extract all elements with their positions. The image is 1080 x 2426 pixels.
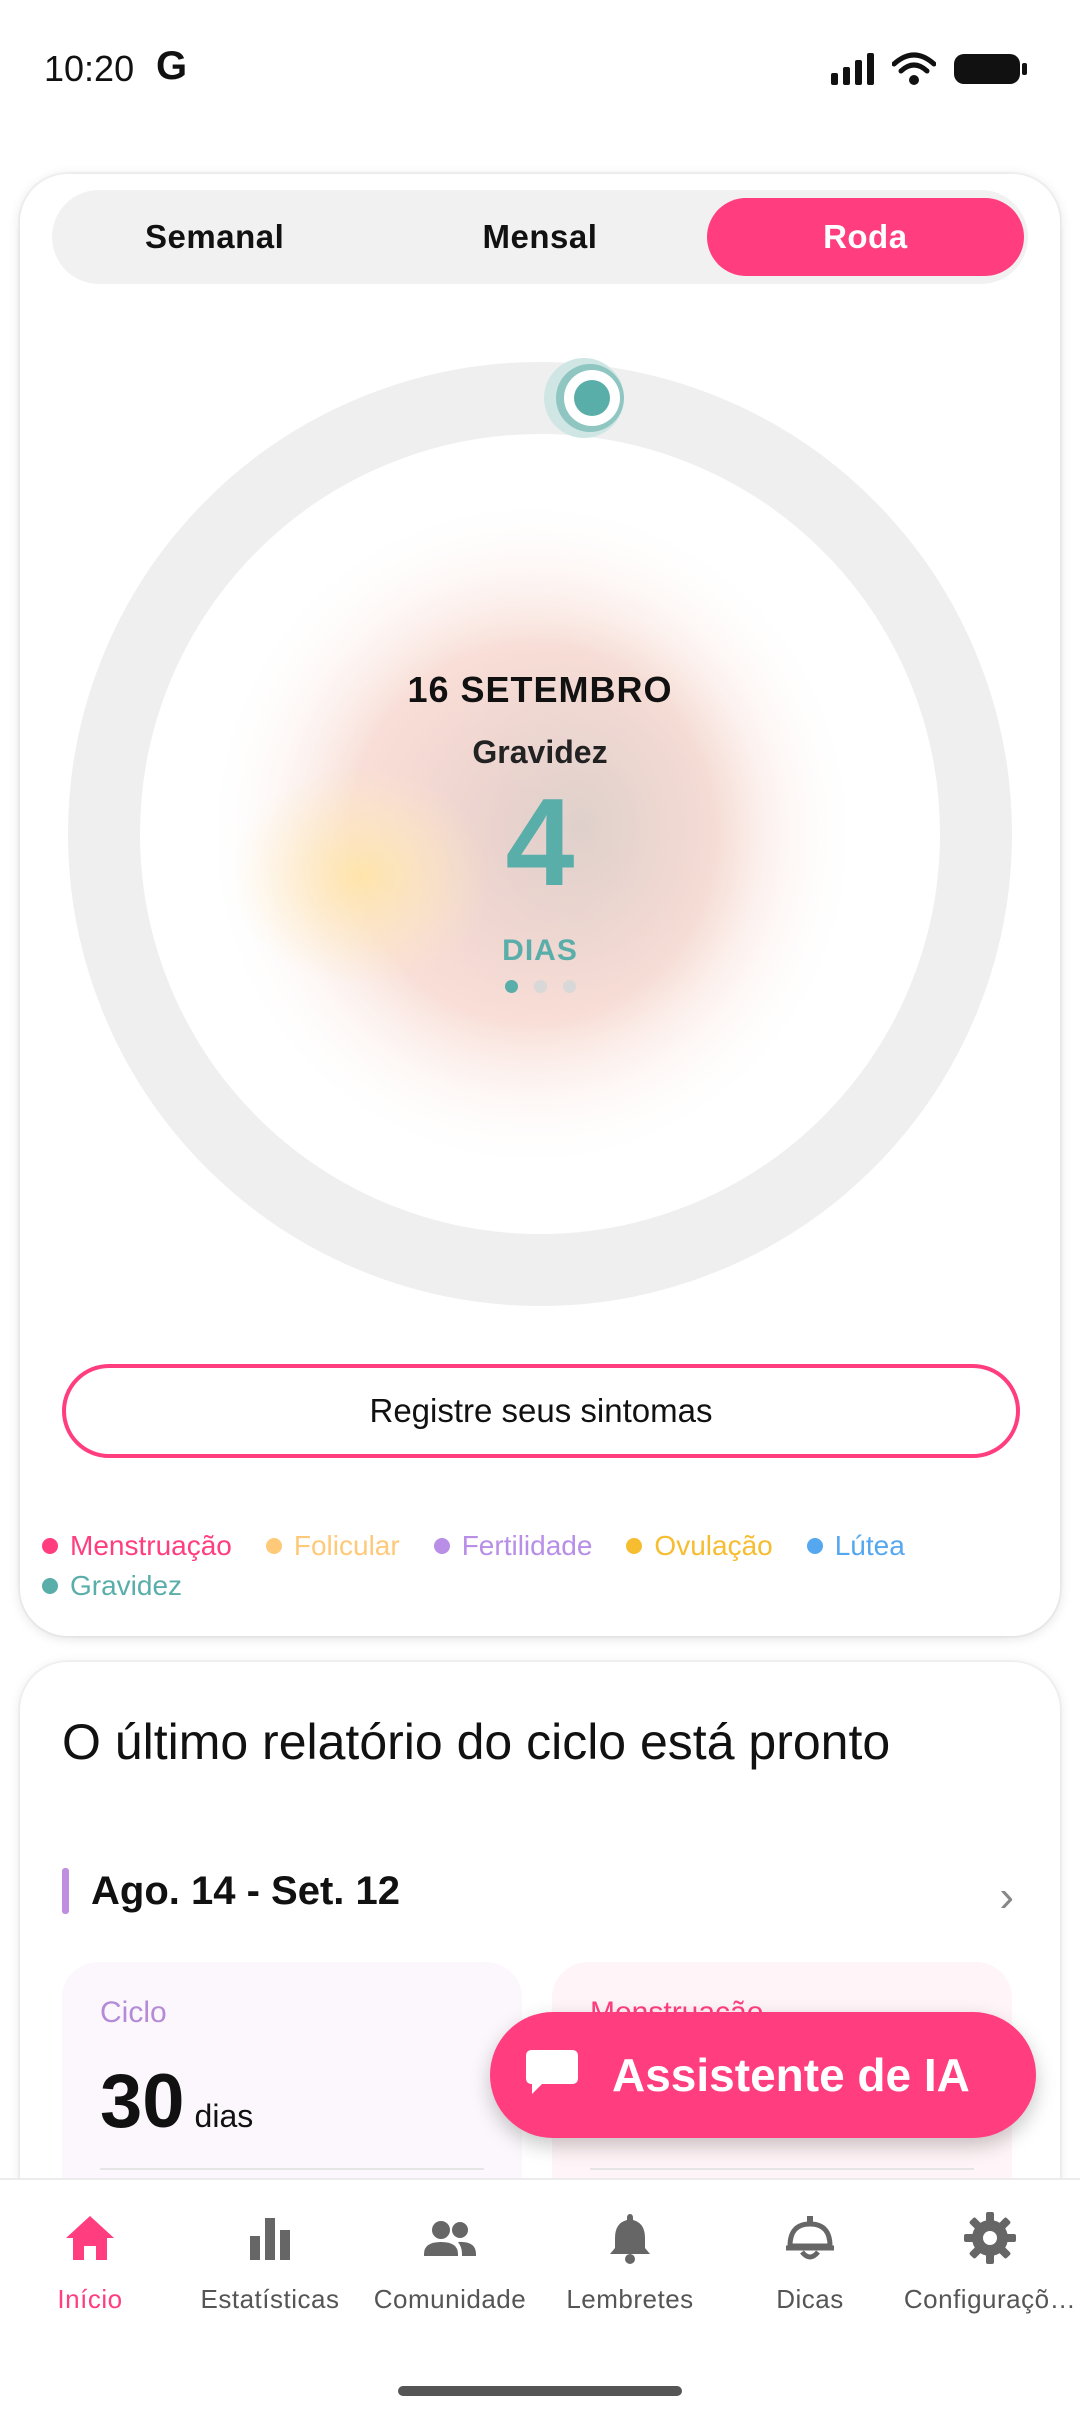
report-date-range: Ago. 14 - Set. 12 [62,1868,400,1914]
divider [100,2168,484,2170]
signal-icon [831,53,874,85]
legend-dot [265,1538,282,1554]
ai-assistant-button[interactable]: Assistente de IA [490,2012,1036,2138]
phase-legend: Menstruação Folicular Fertilidade Ovulaç… [42,1526,1042,1606]
legend-folicular: Folicular [265,1530,400,1562]
nav-label: Dicas [776,2284,844,2314]
page-dot [504,980,518,993]
days-count: 4 [505,774,575,912]
battery-icon [954,54,1027,84]
legend-menstruacao: Menstruação [42,1530,232,1562]
legend-label: Fertilidade [461,1530,593,1561]
nav-dicas[interactable]: Dicas [720,2210,900,2330]
tab-roda[interactable]: Roda [706,198,1024,276]
nav-inicio[interactable]: Início [0,2210,180,2330]
legend-dot [806,1538,823,1554]
home-icon [66,2216,114,2260]
legend-dot [433,1538,450,1554]
chevron-right-icon[interactable]: › [999,1872,1014,1922]
nav-configuracoes[interactable]: Configuraçõ… [900,2210,1080,2330]
tips-icon [786,2216,834,2260]
phase-label: Gravidez [472,734,608,770]
legend-gravidez: Gravidez [42,1570,182,1602]
days-unit: DIAS [502,934,578,967]
selected-date: 16 SETEMBRO [407,669,673,710]
divider [590,2168,974,2170]
nav-estatisticas[interactable]: Estatísticas [180,2210,360,2330]
status-time: 10:20 [44,48,135,89]
page-indicator [62,980,1018,993]
legend-label: Folicular [293,1530,400,1561]
stat-value: 30 dias [100,2059,254,2144]
nav-label: Estatísticas [200,2284,340,2314]
report-title: O último relatório do ciclo está pronto [62,1714,891,1770]
tab-mensal[interactable]: Mensal [381,198,698,276]
legend-dot [42,1538,58,1554]
people-icon [424,2221,476,2256]
nav-lembretes[interactable]: Lembretes [540,2210,720,2330]
wifi-icon [892,52,936,85]
legend-ovulacao: Ovulação [626,1530,773,1562]
cycle-wheel[interactable]: 16 SETEMBRO Gravidez 4 DIAS [62,356,1018,1312]
nav-comunidade[interactable]: Comunidade [360,2210,540,2330]
nav-label: Comunidade [373,2284,527,2314]
legend-label: Ovulação [654,1530,773,1561]
cycle-wheel-card: Semanal Mensal Roda 16 SETEMBRO Gravidez… [20,174,1060,1636]
status-bar: 10:20 G [0,0,1080,140]
tab-semanal[interactable]: Semanal [56,198,373,276]
google-icon: G [156,44,188,88]
nav-label: Lembretes [566,2284,694,2314]
legend-label: Lútea [834,1530,905,1561]
status-icons [831,52,1027,86]
legend-label: Gravidez [70,1570,183,1601]
gear-icon [964,2212,1016,2264]
view-segmented-control: Semanal Mensal Roda [52,190,1028,284]
legend-label: Menstruação [70,1530,232,1561]
nav-label: Início [57,2284,123,2314]
range-text: Ago. 14 - Set. 12 [91,1868,400,1913]
legend-dot [626,1538,643,1554]
page-dot [562,980,576,993]
wheel-center-info: 16 SETEMBRO Gravidez 4 DIAS [62,356,1018,1312]
bell-icon [610,2214,650,2264]
stat-label: Ciclo [100,1996,167,2029]
legend-lutea: Lútea [806,1530,905,1562]
legend-dot [42,1578,58,1594]
nav-label: Configuraçõ… [903,2284,1077,2314]
legend-fertilidade: Fertilidade [433,1530,593,1562]
home-indicator [398,2386,682,2396]
range-accent-bar [62,1868,69,1914]
log-symptoms-button[interactable]: Registre seus sintomas [62,1364,1020,1458]
ai-assistant-label: Assistente de IA [612,2049,970,2101]
page-dot [533,980,547,993]
bar-chart-icon [250,2218,290,2260]
stat-unit: dias [194,2098,254,2134]
chat-icon [526,2050,578,2094]
